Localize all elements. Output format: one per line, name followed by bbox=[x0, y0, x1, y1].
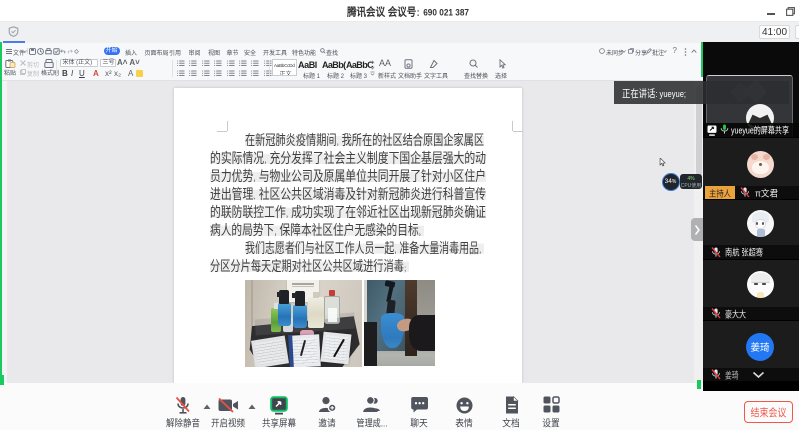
svg-text:设置: 设置 bbox=[542, 419, 560, 430]
svg-text:分区分片每天定期对社区公共区域进行消毒；: 分区分片每天定期对社区公共区域进行消毒； bbox=[210, 258, 409, 274]
svg-text:聊天: 聊天 bbox=[410, 418, 428, 430]
svg-text:yueyue的屏幕共享: yueyue的屏幕共享 bbox=[731, 124, 789, 135]
svg-text:文档: 文档 bbox=[502, 418, 520, 430]
svg-text:进出管理、社区公共区域消毒及针对新冠肺炎进行科普宣传: 进出管理、社区公共区域消毒及针对新冠肺炎进行科普宣传 bbox=[210, 186, 486, 202]
svg-text:正在讲话: yueyue;: 正在讲话: yueyue; bbox=[622, 87, 686, 100]
svg-text:π文君: π文君 bbox=[755, 187, 778, 198]
svg-text:的联防联控工作，成功实现了在邻近社区出现新冠肺炎确证: 的联防联控工作，成功实现了在邻近社区出现新冠肺炎确证 bbox=[210, 204, 486, 220]
svg-text:南航 张超骞: 南航 张超骞 bbox=[725, 247, 763, 258]
svg-text:邀请: 邀请 bbox=[318, 418, 336, 430]
svg-text:的实际情况，充分发挥了社会主义制度下国企基层强大的动: 的实际情况，充分发挥了社会主义制度下国企基层强大的动 bbox=[210, 150, 486, 166]
svg-text:表情: 表情 bbox=[455, 418, 473, 430]
svg-text:主持人: 主持人 bbox=[709, 188, 731, 198]
svg-text:结束会议: 结束会议 bbox=[751, 406, 787, 419]
svg-text:解除静音: 解除静音 bbox=[166, 418, 200, 430]
svg-text:我们志愿者们与社区工作人员一起，准备大量消毒用品，: 我们志愿者们与社区工作人员一起，准备大量消毒用品， bbox=[245, 240, 484, 256]
svg-text:员力优势，与物业公司及原属单位共同开展了针对小区住户: 员力优势，与物业公司及原属单位共同开展了针对小区住户 bbox=[210, 168, 486, 184]
svg-text:姜琦: 姜琦 bbox=[725, 369, 739, 380]
svg-text:开启视频: 开启视频 bbox=[211, 418, 245, 430]
svg-text:共享屏幕: 共享屏幕 bbox=[262, 418, 296, 430]
svg-text:病人的局势下，保障本社区住户无感染的目标。: 病人的局势下，保障本社区住户无感染的目标。 bbox=[210, 222, 424, 238]
svg-text:管理成...: 管理成... bbox=[357, 418, 388, 430]
svg-text:姜琦: 姜琦 bbox=[751, 341, 770, 354]
svg-text:豪大大: 豪大大 bbox=[725, 308, 746, 319]
svg-text:在新冠肺炎疫情期间，我所在的社区结合原国企家属区: 在新冠肺炎疫情期间，我所在的社区结合原国企家属区 bbox=[245, 132, 484, 148]
